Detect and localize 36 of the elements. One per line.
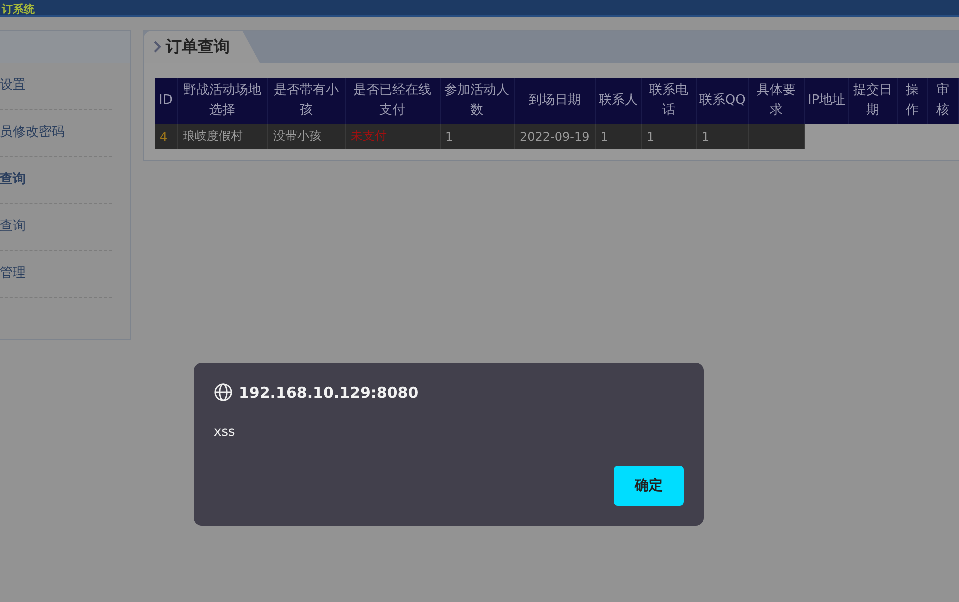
sidebar-item[interactable]: 设置 bbox=[0, 63, 112, 110]
panel-title: 订单查询 bbox=[166, 36, 230, 58]
column-header: 野战活动场地选择 bbox=[177, 78, 268, 124]
sidebar-item[interactable]: 管理 bbox=[0, 251, 112, 298]
sidebar-item[interactable]: 员修改密码 bbox=[0, 110, 112, 157]
table-cell: 4 bbox=[155, 124, 178, 149]
column-header: 提交日期 bbox=[848, 78, 898, 124]
dialog-message: xss bbox=[214, 425, 236, 440]
table-cell: 2022-09-19 bbox=[514, 124, 596, 149]
table-cell: 未支付 bbox=[345, 124, 440, 149]
column-header: 参加活动人数 bbox=[440, 78, 514, 124]
column-header: 具体要求 bbox=[748, 78, 805, 124]
table-cell bbox=[748, 124, 805, 149]
column-header: 联系电话 bbox=[641, 78, 696, 124]
table-cell: 1 bbox=[641, 124, 696, 149]
column-header: 审核 bbox=[928, 78, 958, 124]
sidebar-item[interactable]: 查询 bbox=[0, 157, 112, 204]
dialog-origin: 192.168.10.129:8080 bbox=[239, 384, 419, 402]
column-header: 操作 bbox=[897, 78, 928, 124]
column-header: ID bbox=[155, 78, 178, 124]
ok-button[interactable]: 确定 bbox=[614, 466, 684, 506]
table-cell: 没带小孩 bbox=[268, 124, 346, 149]
column-header: 到场日期 bbox=[514, 78, 596, 124]
globe-icon bbox=[214, 383, 233, 402]
column-header: IP地址 bbox=[804, 78, 849, 124]
table-cell: 1 bbox=[440, 124, 514, 149]
column-header: 是否带有小孩 bbox=[268, 78, 346, 124]
table-cell: 琅岐度假村 bbox=[177, 124, 268, 149]
table-cell: 1 bbox=[595, 124, 642, 149]
sidebar-item[interactable]: 查询 bbox=[0, 204, 112, 251]
column-header: 联系QQ bbox=[696, 78, 749, 124]
site-title: 订系统 bbox=[2, 4, 35, 15]
table-cell: 1 bbox=[696, 124, 749, 149]
column-header: 是否已经在线支付 bbox=[345, 78, 440, 124]
column-header: 联系人 bbox=[595, 78, 642, 124]
chevron-icon bbox=[154, 41, 162, 53]
